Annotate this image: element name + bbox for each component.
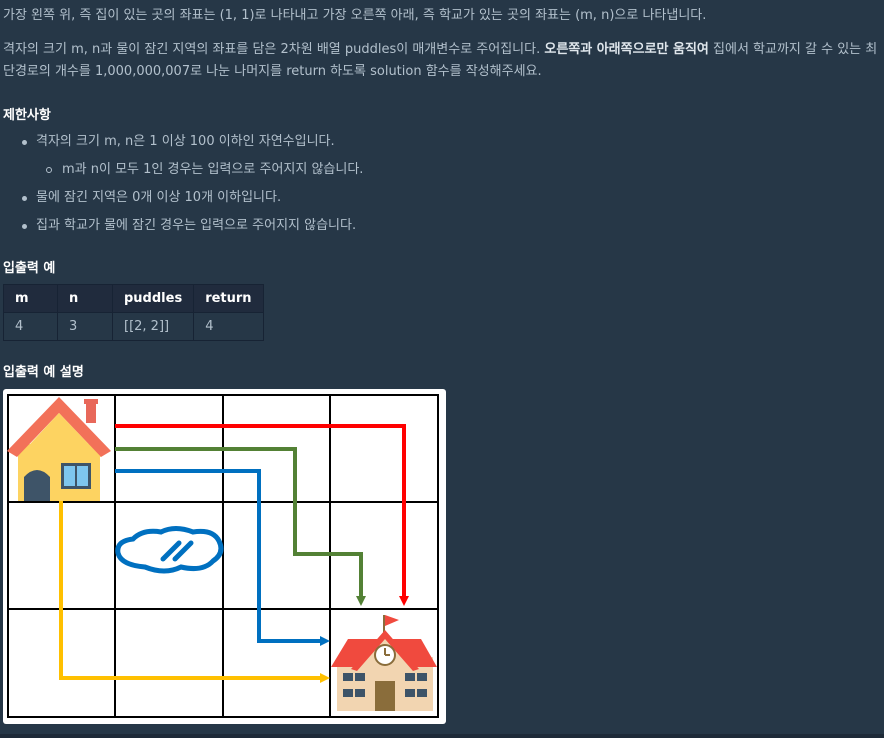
table-cell-m: 4 [3,312,58,341]
grid-diagram [7,394,439,718]
constraint-subitem: m과 n이 모두 1인 경우는 입력으로 주어지지 않습니다. [0,160,363,188]
constraints-list: 격자의 크기 m, n은 1 이상 100 이하인 자연수입니다. m과 n이 … [0,132,363,244]
house-icon [7,397,111,501]
path-yellow-arrow [59,499,330,683]
table-row: 4 3 [[2, 2]] 4 [3,312,264,341]
constraint-text: 물에 잠긴 지역은 0개 이상 10개 이하입니다. [36,190,282,205]
bottom-bar [0,734,884,738]
explanation-figure [3,389,446,724]
examples-heading: 입출력 예 [3,261,56,276]
constraint-text: 집과 학교가 물에 잠긴 경우는 입력으로 주어지지 않습니다. [36,218,357,233]
table-cell-puddles: [[2, 2]] [111,312,195,341]
problem-description: 가장 왼쪽 위, 즉 집이 있는 곳의 좌표는 (1, 1)로 나타내고 가장 … [0,0,884,738]
paragraph-task-continued: 단경로의 개수를 1,000,000,007로 나눈 나머지를 return 하… [3,64,542,79]
constraint-item: 집과 학교가 물에 잠긴 경우는 입력으로 주어지지 않습니다. [0,216,363,244]
paragraph-task-emphasis: 오른쪽과 아래쪽으로만 움직여 [544,42,709,57]
explanation-heading: 입출력 예 설명 [3,365,84,380]
table-cell-n: 3 [57,312,113,341]
bullet-icon [22,196,27,201]
table-header-row: m n puddles return [3,284,264,313]
examples-table: m n puddles return 4 3 [[2, 2]] 4 [3,284,264,341]
constraint-item: 물에 잠긴 지역은 0개 이상 10개 이하입니다. [0,188,363,216]
column-header-m: m [3,284,58,313]
bullet-icon [22,140,27,145]
puddle-icon [115,526,224,574]
paragraph-coordinates: 가장 왼쪽 위, 즉 집이 있는 곳의 좌표는 (1, 1)로 나타내고 가장 … [3,8,707,23]
sub-bullet-icon [46,167,52,173]
paragraph-task-text-b: 집에서 학교까지 갈 수 있는 최 [708,42,878,57]
constraint-item: 격자의 크기 m, n은 1 이상 100 이하인 자연수입니다. [0,132,363,160]
constraints-heading: 제한사항 [3,108,51,123]
bullet-icon [22,224,27,229]
paragraph-task: 격자의 크기 m, n과 물이 잠긴 지역의 좌표를 담은 2차원 배열 pud… [3,40,877,60]
school-icon [331,615,437,711]
column-header-puddles: puddles [111,284,195,313]
column-header-return: return [193,284,264,313]
paragraph-task-text-a: 격자의 크기 m, n과 물이 잠긴 지역의 좌표를 담은 2차원 배열 pud… [3,42,545,57]
constraint-text: m과 n이 모두 1인 경우는 입력으로 주어지지 않습니다. [62,162,364,177]
column-header-n: n [57,284,113,313]
constraint-text: 격자의 크기 m, n은 1 이상 100 이하인 자연수입니다. [36,134,335,149]
table-cell-return: 4 [193,312,264,341]
